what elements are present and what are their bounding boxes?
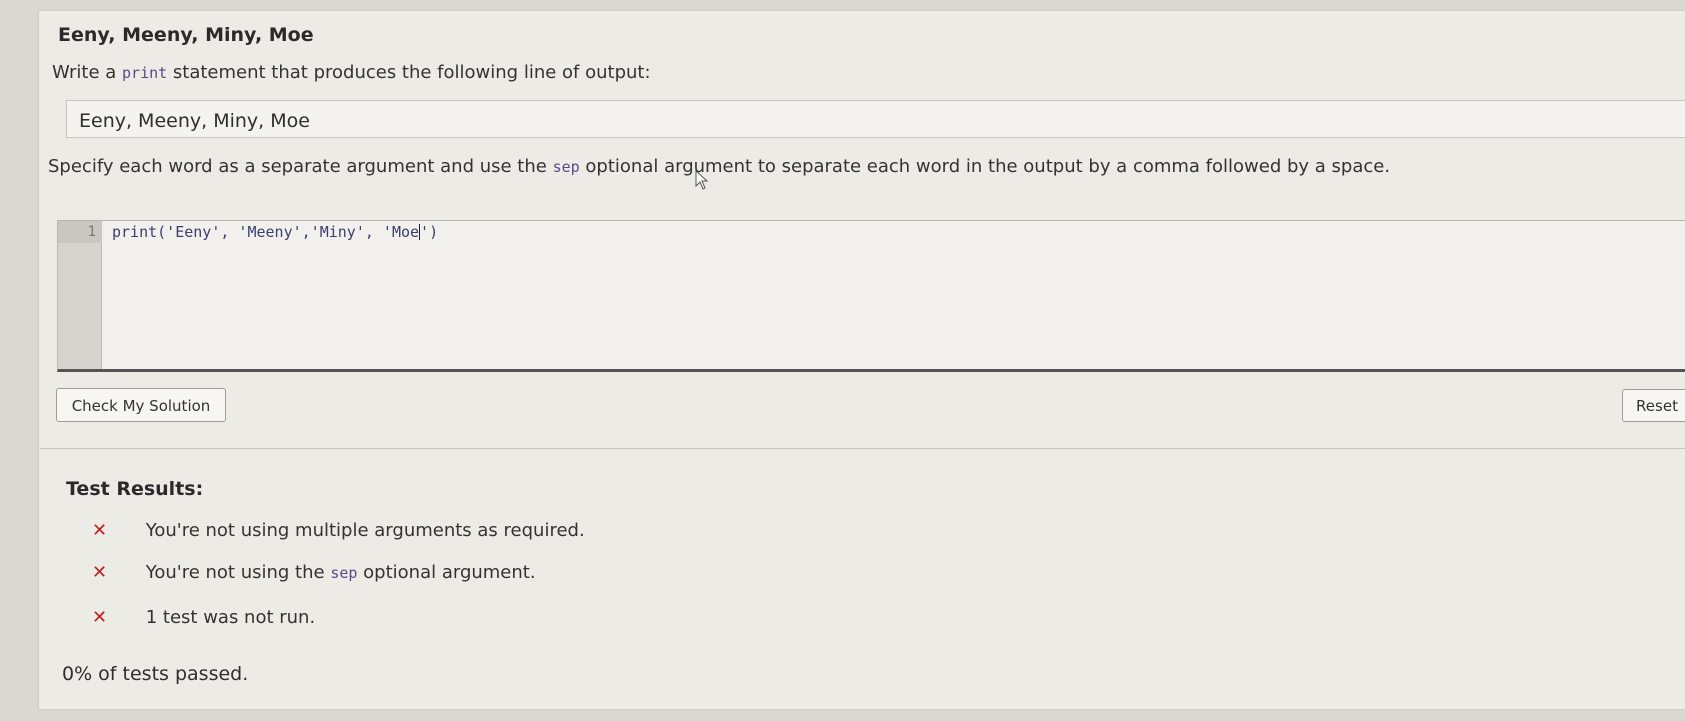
- mouse-pointer-icon: [695, 170, 709, 190]
- code-editor[interactable]: 1 print('Eeny', 'Meeny','Miny', 'Moe'): [57, 220, 1685, 372]
- result-code: sep: [330, 564, 358, 582]
- prompt-code: print: [122, 64, 168, 82]
- code-line[interactable]: print('Eeny', 'Meeny','Miny', 'Moe'): [112, 221, 438, 243]
- result-text: You're not using multiple arguments as r…: [145, 520, 585, 541]
- code-before-caret: print('Eeny', 'Meeny','Miny', 'Moe: [112, 223, 420, 241]
- result-text: 1 test was not run.: [145, 607, 316, 628]
- exercise-instructions: Specify each word as a separate argument…: [48, 156, 1390, 177]
- result-text-after: optional argument.: [363, 562, 536, 583]
- instructions-code: sep: [552, 158, 580, 176]
- check-solution-button[interactable]: Check My Solution: [56, 388, 226, 422]
- fail-x-icon: ✕: [92, 562, 108, 583]
- code-after-caret: '): [420, 223, 439, 241]
- instructions-prefix: Specify each word as a separate argument…: [48, 156, 547, 177]
- test-result-item: ✕ You're not using the sep optional argu…: [92, 562, 536, 588]
- fail-x-icon: ✕: [92, 607, 108, 628]
- section-divider: [40, 448, 1685, 449]
- prompt-prefix: Write a: [52, 62, 117, 83]
- exercise-title: Eeny, Meeny, Miny, Moe: [58, 24, 314, 46]
- editor-gutter: 1: [58, 221, 102, 369]
- fail-x-icon: ✕: [92, 520, 108, 541]
- result-text: You're not using the: [145, 562, 325, 583]
- tests-summary: 0% of tests passed.: [62, 663, 249, 685]
- test-results-title: Test Results:: [66, 478, 204, 500]
- test-result-item: ✕ You're not using multiple arguments as…: [92, 520, 585, 546]
- expected-output: Eeny, Meeny, Miny, Moe: [66, 100, 1685, 138]
- line-number: 1: [58, 221, 102, 243]
- exercise-prompt: Write a print statement that produces th…: [52, 62, 651, 83]
- prompt-suffix: statement that produces the following li…: [172, 62, 651, 83]
- reset-button[interactable]: Reset: [1622, 389, 1685, 422]
- test-result-item: ✕ 1 test was not run.: [92, 607, 315, 633]
